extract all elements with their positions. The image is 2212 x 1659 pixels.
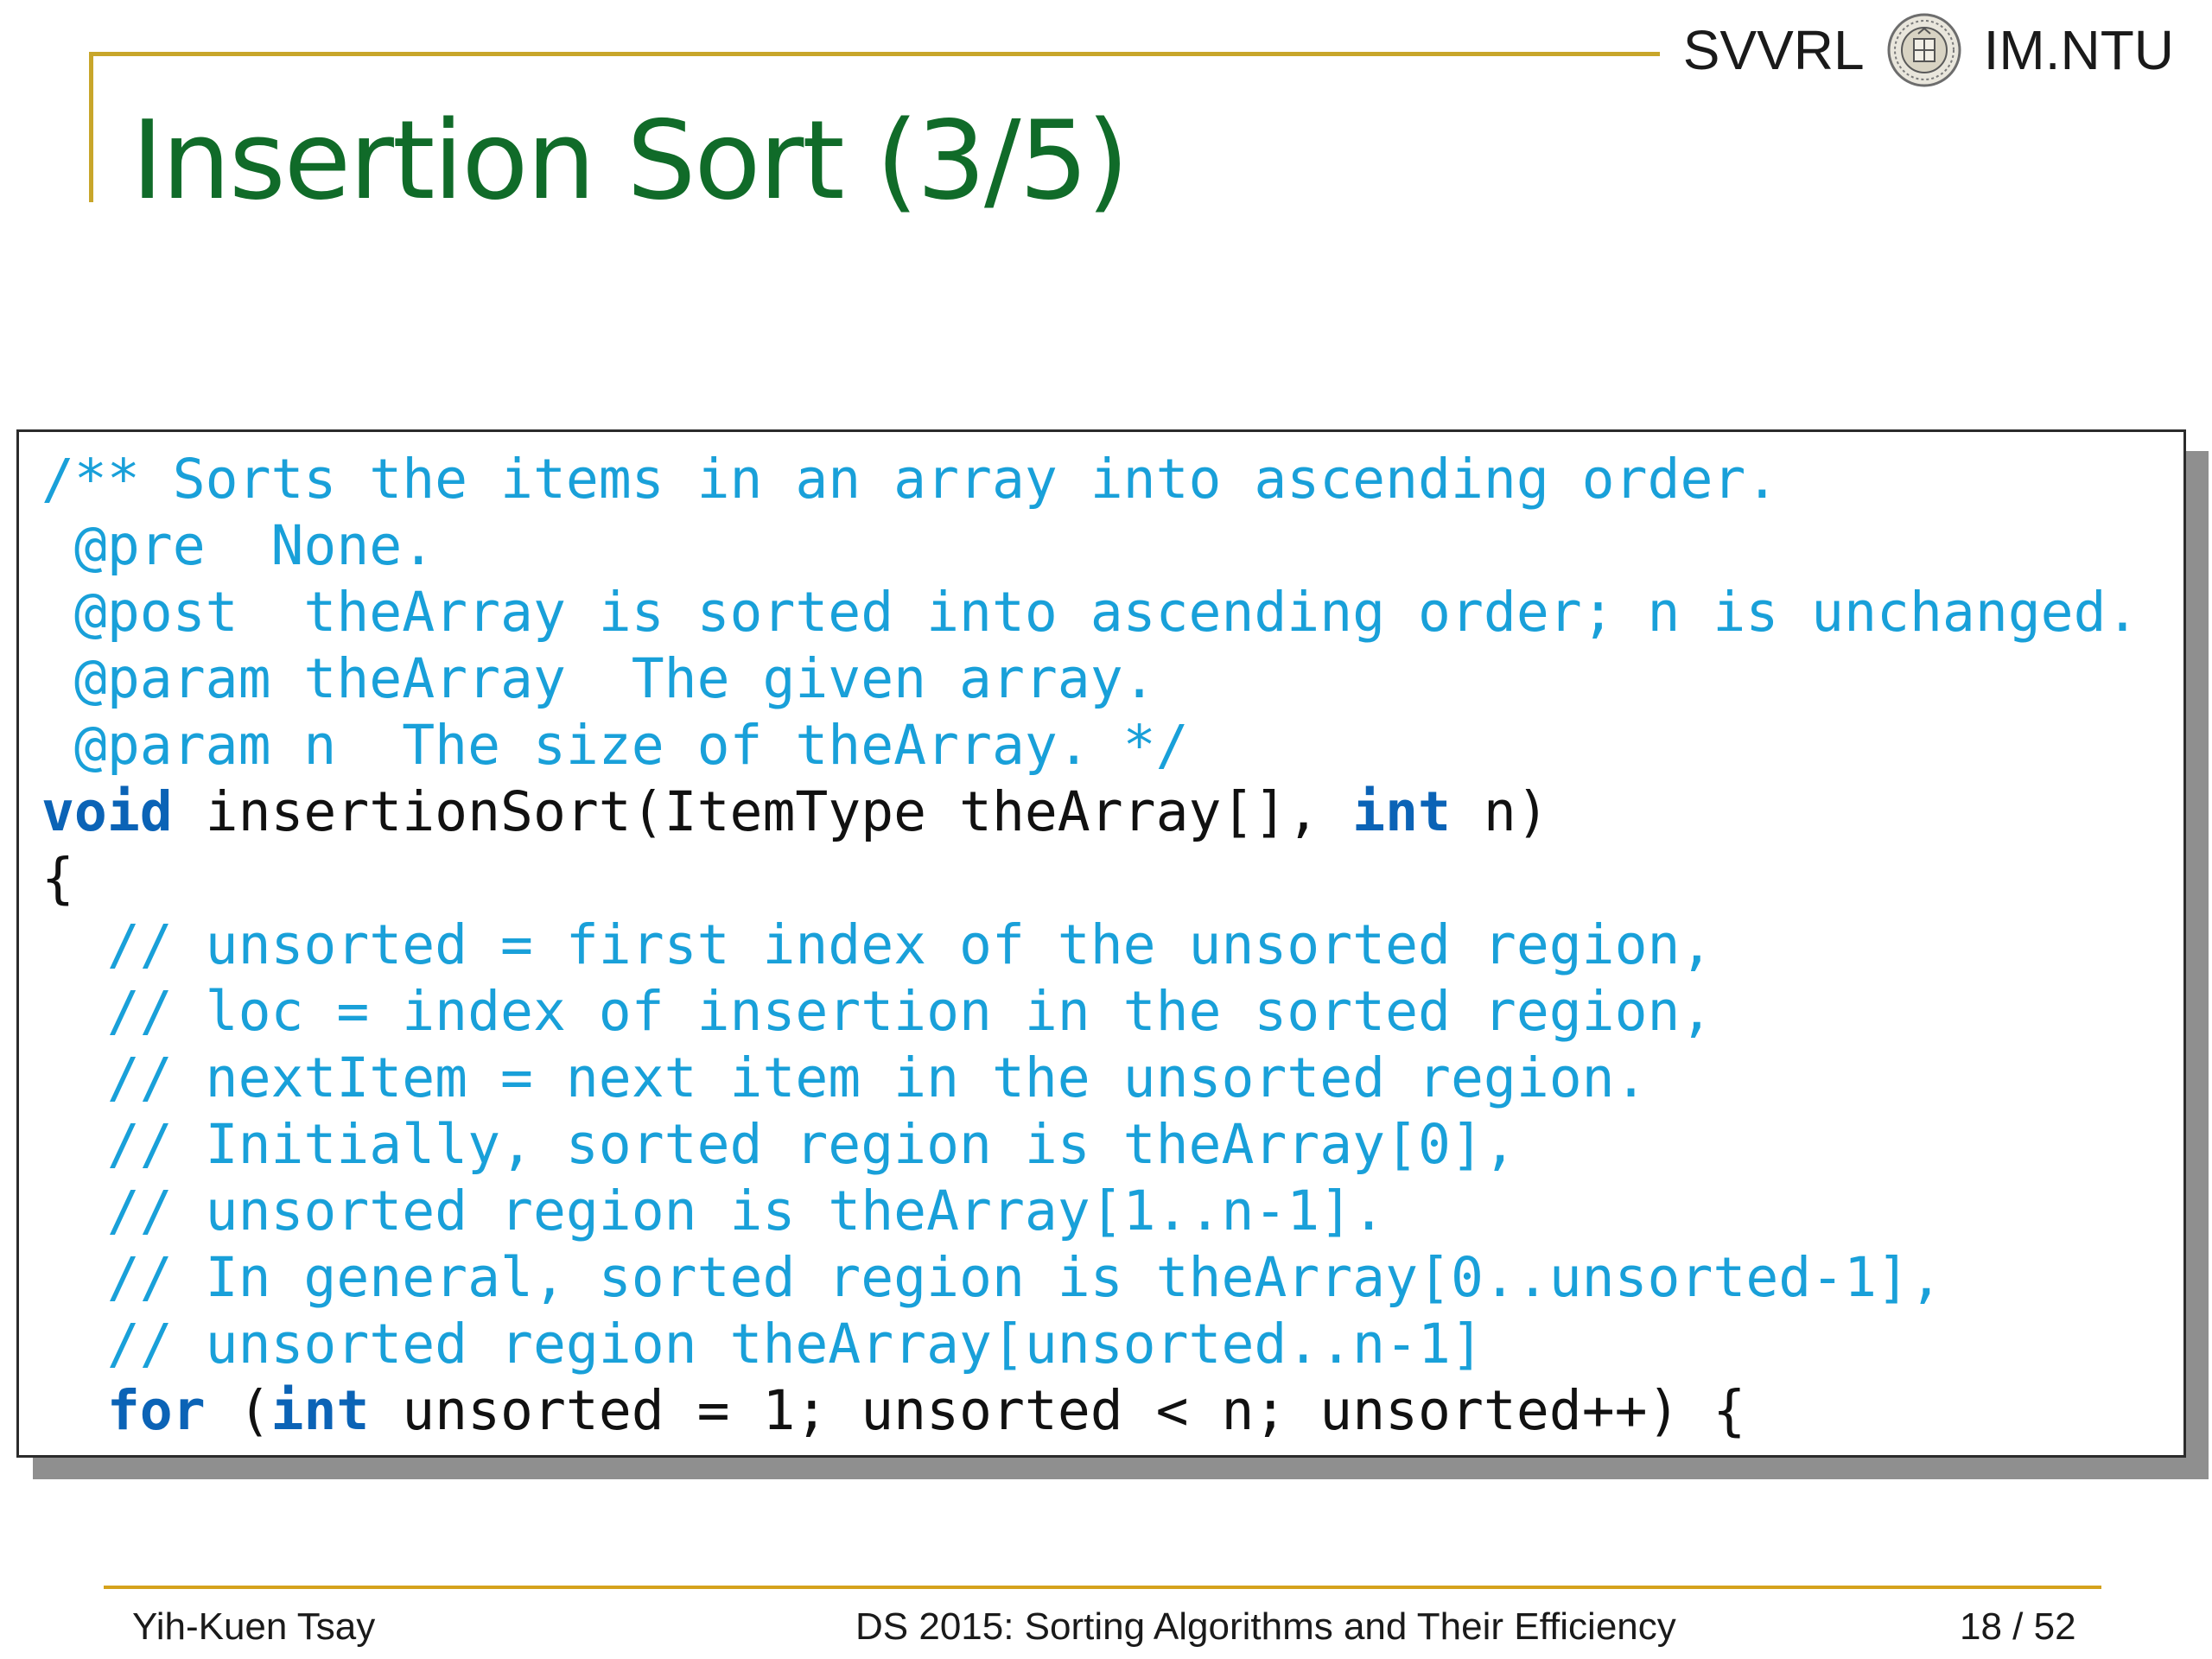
code-comment: // unsorted region theArray[unsorted..n-…: [41, 1313, 1484, 1376]
code-line: // Initially, sorted region is theArray[…: [41, 1111, 2139, 1178]
footer-author: Yih-Kuen Tsay: [132, 1605, 376, 1648]
slide: SVVRL IM.NTU Insertion Sort (3/5) /** So…: [0, 0, 2212, 1659]
title-side-rule: [89, 52, 93, 202]
code-comment: @post theArray is sorted into ascending …: [41, 581, 2139, 644]
header-rule: [89, 52, 1660, 56]
code-line: // In general, sorted region is theArray…: [41, 1244, 2139, 1311]
code-keyword: int: [270, 1379, 370, 1442]
code-text: insertionSort(ItemType theArray[],: [172, 780, 1353, 843]
lab-name: SVVRL: [1682, 18, 1865, 81]
slide-title: Insertion Sort (3/5): [131, 97, 1129, 224]
code-text: n): [1450, 780, 1549, 843]
code-text: (: [205, 1379, 271, 1442]
code-box: /** Sorts the items in an array into asc…: [16, 429, 2186, 1458]
code-line: void insertionSort(ItemType theArray[], …: [41, 779, 2139, 845]
code-line: for (int unsorted = 1; unsorted < n; uns…: [41, 1377, 2139, 1444]
footer-course: DS 2015: Sorting Algorithms and Their Ef…: [855, 1605, 1676, 1648]
code-keyword: for: [106, 1379, 206, 1442]
ntu-seal-icon: [1887, 13, 1961, 86]
code-comment: @param theArray The given array.: [41, 647, 1156, 710]
code-comment: @pre None.: [41, 514, 435, 577]
code-line: @pre None.: [41, 512, 2139, 579]
code-line: @param theArray The given array.: [41, 645, 2139, 712]
code-keyword: int: [1352, 780, 1451, 843]
code-line: // unsorted region is theArray[1..n-1].: [41, 1178, 2139, 1244]
footer-page-number: 18 / 52: [1960, 1605, 2076, 1648]
code-line: @post theArray is sorted into ascending …: [41, 579, 2139, 645]
code-comment: // In general, sorted region is theArray…: [41, 1246, 1942, 1309]
code-line: /** Sorts the items in an array into asc…: [41, 446, 2139, 512]
header-branding: SVVRL IM.NTU: [1682, 13, 2174, 86]
code-line: // nextItem = next item in the unsorted …: [41, 1045, 2139, 1111]
code-comment: // Initially, sorted region is theArray[…: [41, 1113, 1516, 1176]
code-text: unsorted = 1; unsorted < n; unsorted++) …: [369, 1379, 1746, 1442]
code-line: {: [41, 845, 2139, 912]
code-line: // loc = index of insertion in the sorte…: [41, 978, 2139, 1045]
code-comment: // loc = index of insertion in the sorte…: [41, 980, 1713, 1043]
code-keyword: void: [41, 780, 173, 843]
code-line: // unsorted region theArray[unsorted..n-…: [41, 1311, 2139, 1377]
footer-rule: [104, 1586, 2101, 1589]
code-comment: /** Sorts the items in an array into asc…: [41, 448, 1779, 511]
code-comment: @param n The size of theArray. */: [41, 714, 1189, 777]
code-listing: /** Sorts the items in an array into asc…: [41, 446, 2139, 1444]
code-line: @param n The size of theArray. */: [41, 712, 2139, 779]
code-line: // unsorted = first index of the unsorte…: [41, 912, 2139, 978]
code-comment: // unsorted = first index of the unsorte…: [41, 913, 1713, 976]
dept-name: IM.NTU: [1983, 18, 2174, 81]
code-comment: // unsorted region is theArray[1..n-1].: [41, 1179, 1386, 1243]
code-text: {: [41, 847, 74, 910]
code-comment: // nextItem = next item in the unsorted …: [41, 1046, 1648, 1109]
